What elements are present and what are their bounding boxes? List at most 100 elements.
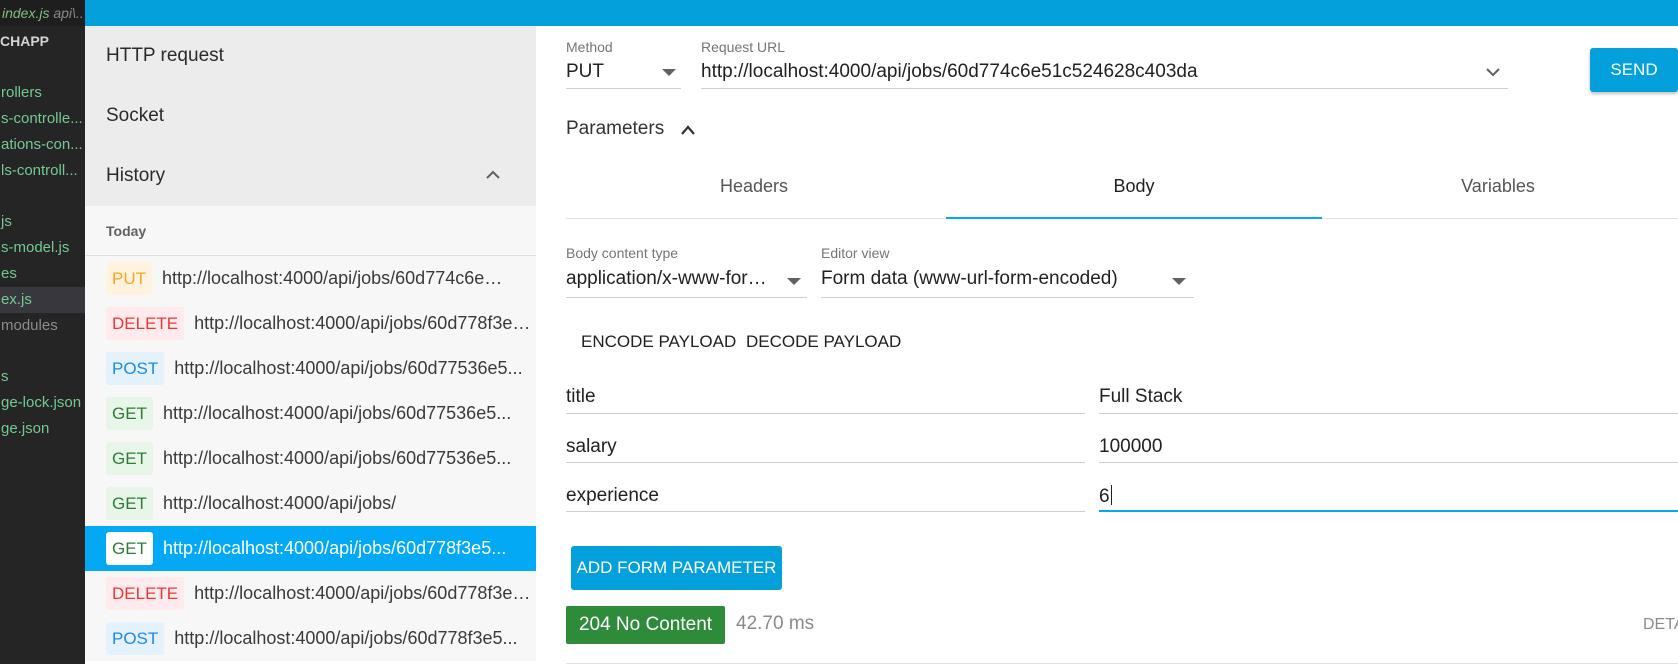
explorer-file-item[interactable]: s-model.js [0,235,85,261]
history-item[interactable]: GET http://localhost:4000/api/jobs/60d775… [85,391,536,436]
tab-headers[interactable]: Headers [566,176,942,216]
explorer-file-item[interactable]: ls-controll... [0,158,85,184]
param-value-underline [1099,413,1678,414]
history-item[interactable]: GET http://localhost:4000/api/jobs/ [85,481,536,526]
param-name-underline [566,511,1085,512]
history-url: http://localhost:4000/api/jobs/60d778f3e… [194,583,536,603]
editor-explorer: index.js api\.. CHAPP rollers s-controlle… [0,0,85,664]
explorer-file-item[interactable]: modules [0,313,85,339]
decode-payload-button[interactable]: DECODE PAYLOAD [746,332,901,352]
param-value-input[interactable]: 100000 [1099,436,1162,458]
nav-item-history[interactable]: History [85,146,536,206]
history-url: http://localhost:4000/api/jobs/60d778f3e… [162,538,507,558]
history-item[interactable]: POST http://localhost:4000/api/jobs/60d77… [85,346,536,391]
method-badge: GET [106,532,153,565]
explorer-file-item[interactable]: ations-con... [0,132,85,158]
explorer-file-item[interactable]: es [0,261,85,287]
send-button[interactable]: SEND [1590,48,1678,92]
encode-payload-button[interactable]: ENCODE PAYLOAD [581,332,736,352]
history-url: http://localhost:4000/api/jobs/60d77536e… [162,448,512,468]
explorer-file-item[interactable]: rollers [0,80,85,106]
param-value-text: 6 [1099,486,1110,507]
response-status-badge: 204 No Content [566,606,725,644]
body-type-dropdown-icon[interactable] [787,278,801,285]
param-name-underline [566,413,1085,414]
explorer-file-item[interactable]: js [0,209,85,235]
param-name-input[interactable]: salary [566,436,617,458]
nav-menu: HTTP request Socket History [85,26,536,206]
url-input[interactable]: http://localhost:4000/api/jobs/60d774c6e… [701,61,1461,83]
explorer-file-item[interactable]: ge.json [0,416,85,442]
history-url: http://localhost:4000/api/jobs/60d778f3e… [174,628,518,648]
editor-tab-path: api\.. [53,5,84,21]
method-select[interactable]: PUT [566,61,656,83]
method-badge: GET [106,397,153,430]
history-url: http://localhost:4000/api/jobs/ [162,493,397,513]
tab-body[interactable]: Body [946,176,1322,216]
param-value-input[interactable]: Full Stack [1099,386,1182,408]
method-badge: PUT [106,262,152,295]
body-type-label: Body content type [566,245,679,261]
history-item[interactable]: GET http://localhost:4000/api/jobs/60d778… [85,526,536,571]
chevron-down-icon[interactable] [1485,66,1501,78]
body-type-underline [566,297,807,298]
body-type-select[interactable]: application/x-www-form-urlencoded [566,268,776,290]
response-time: 42.70 ms [736,613,815,634]
param-name-input[interactable]: title [566,386,596,408]
method-dropdown-icon[interactable] [662,69,676,76]
tab-selected-indicator [946,217,1322,219]
param-value-input-focused[interactable]: 6 [1099,485,1112,508]
param-name-underline [566,462,1085,463]
url-label: Request URL [701,39,786,55]
editor-view-select[interactable]: Form data (www-url-form-encoded) [821,268,1161,290]
editor-tab-label: index.js [2,5,50,21]
method-badge: DELETE [106,307,185,340]
editor-view-underline [821,297,1194,298]
chevron-up-icon[interactable] [680,124,696,136]
method-badge: POST [106,352,165,385]
tab-variables[interactable]: Variables [1322,176,1674,216]
history-url: http://localhost:4000/api/jobs/60d774c6e… [162,268,512,288]
param-value-focus-underline [1099,510,1678,512]
method-badge: POST [106,622,165,655]
history-url: http://localhost:4000/api/jobs/60d77536e… [162,403,512,423]
editor-tab[interactable]: index.js api\.. [0,0,85,26]
explorer-file-item[interactable]: s-controlle... [0,106,85,132]
method-label: Method [566,39,613,55]
explorer-file-item[interactable]: s [0,364,85,390]
history-item[interactable]: POST http://localhost:4000/api/jobs/60d77… [85,616,536,661]
method-badge: GET [106,442,153,475]
param-name-input[interactable]: experience [566,485,659,507]
nav-item-label: HTTP request [106,45,224,66]
history-url: http://localhost:4000/api/jobs/60d778f3e… [194,313,536,333]
nav-item-label: Socket [106,105,165,126]
editor-view-dropdown-icon[interactable] [1172,278,1186,285]
history-list: PUT http://localhost:4000/api/jobs/60d774… [85,256,536,661]
explorer-file-item[interactable]: ge-lock.json [0,390,85,416]
history-item[interactable]: GET http://localhost:4000/api/jobs/60d775… [85,436,536,481]
history-item[interactable]: DELETE http://localhost:4000/api/jobs/60d… [85,571,536,616]
editor-view-label: Editor view [821,245,890,261]
history-item[interactable]: DELETE http://localhost:4000/api/jobs/60d… [85,301,536,346]
nav-item-http-request[interactable]: HTTP request [85,26,536,86]
left-navigation: HTTP request Socket History Today PUT htt… [85,26,536,664]
explorer-root-folder[interactable]: CHAPP [0,33,49,49]
add-form-parameter-button[interactable]: ADD FORM PARAMETER [571,546,782,590]
explorer-file-item[interactable]: ex.js [0,287,85,313]
history-item[interactable]: PUT http://localhost:4000/api/jobs/60d774… [85,256,536,301]
method-badge: GET [106,487,153,520]
nav-item-label: History [106,165,166,186]
method-badge: DELETE [106,577,185,610]
param-value-underline [1099,462,1678,463]
history-url: http://localhost:4000/api/jobs/60d77536e… [174,358,523,378]
history-section-header: Today [85,206,536,256]
method-underline [566,88,681,89]
url-underline [701,88,1508,89]
app-top-bar [85,0,1678,26]
details-button[interactable]: DETAILS [1643,616,1678,634]
request-panel: Method PUT Request URL http://localhost:… [536,26,1678,664]
nav-item-socket[interactable]: Socket [85,86,536,146]
chevron-up-icon[interactable] [486,168,500,182]
text-caret [1110,485,1112,505]
parameters-toggle[interactable]: Parameters [566,118,664,140]
